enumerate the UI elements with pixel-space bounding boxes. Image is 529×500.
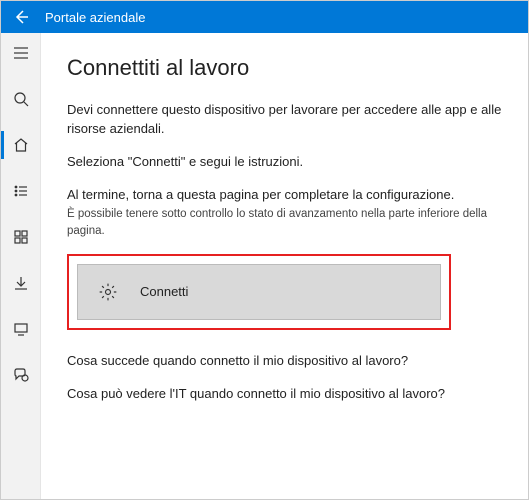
sidebar [1,33,41,499]
connect-button[interactable]: Connetti [77,264,441,320]
support-icon [13,367,29,383]
faq-link-2[interactable]: Cosa può vedere l'IT quando connetto il … [67,385,502,404]
nav-apps[interactable] [1,223,41,251]
nav-list[interactable] [1,177,41,205]
intro-paragraph-2: Seleziona "Connetti" e segui le istruzio… [67,153,502,172]
download-icon [13,275,29,291]
search-icon [13,91,29,107]
apps-icon [13,229,29,245]
nav-downloads[interactable] [1,269,41,297]
back-button[interactable] [9,5,33,29]
intro-paragraph-3-sub: È possibile tenere sotto controllo lo st… [67,206,502,239]
nav-devices[interactable] [1,315,41,343]
home-icon [13,137,29,153]
nav-hamburger[interactable] [1,39,41,67]
connect-highlight: Connetti [67,254,451,330]
nav-search[interactable] [1,85,41,113]
devices-icon [13,321,29,337]
nav-support[interactable] [1,361,41,389]
list-icon [13,183,29,199]
faq-link-1[interactable]: Cosa succede quando connetto il mio disp… [67,352,502,371]
gear-icon [98,282,118,302]
page-title: Connettiti al lavoro [67,55,502,81]
arrow-left-icon [13,9,29,25]
nav-home[interactable] [1,131,41,159]
intro-paragraph-1: Devi connettere questo dispositivo per l… [67,101,502,139]
app-title: Portale aziendale [45,10,145,25]
main-content: Connettiti al lavoro Devi connettere que… [41,33,528,499]
intro-paragraph-3: Al termine, torna a questa pagina per co… [67,186,502,205]
titlebar: Portale aziendale [1,1,528,33]
connect-button-label: Connetti [140,284,188,299]
hamburger-icon [13,45,29,61]
